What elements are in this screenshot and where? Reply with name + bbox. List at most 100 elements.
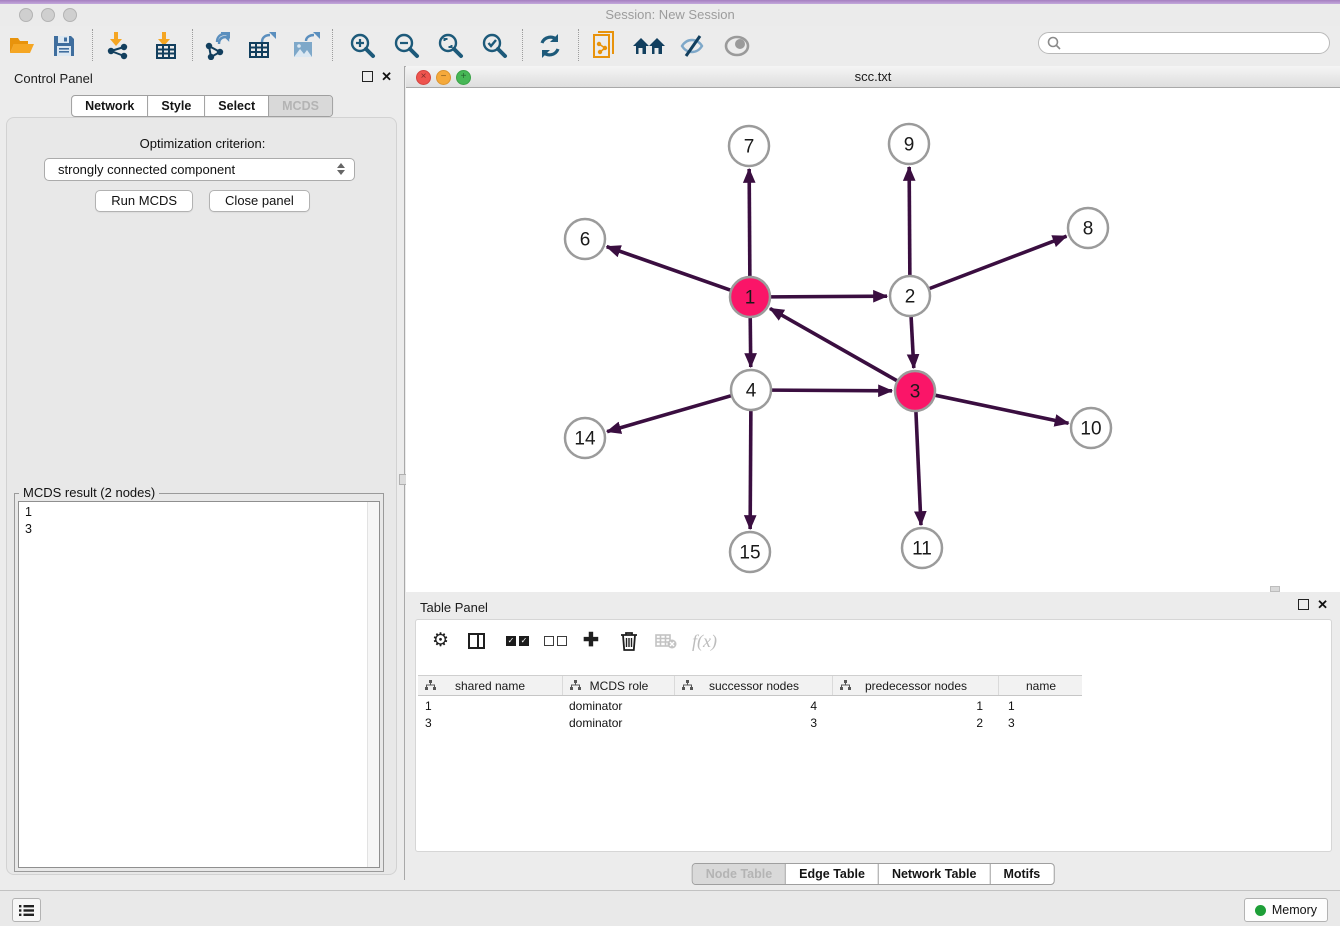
export-image-icon[interactable] bbox=[288, 28, 324, 64]
column-header-predecessor-nodes[interactable]: predecessor nodes bbox=[832, 676, 999, 695]
float-panel-icon[interactable] bbox=[362, 71, 373, 82]
window-zoom-icon[interactable] bbox=[63, 8, 77, 22]
first-neighbors-icon[interactable] bbox=[631, 28, 667, 64]
minimize-icon[interactable]: − bbox=[436, 70, 451, 85]
save-session-icon[interactable] bbox=[46, 28, 82, 64]
result-line: 1 bbox=[25, 504, 379, 521]
status-bar: Memory bbox=[0, 890, 1340, 926]
search-input[interactable] bbox=[1038, 32, 1330, 54]
column-header-name[interactable]: name bbox=[998, 676, 1083, 695]
float-panel-icon[interactable] bbox=[1298, 599, 1309, 610]
toggle-columns-icon[interactable] bbox=[468, 630, 485, 652]
graph-edge-2-9[interactable] bbox=[909, 167, 910, 275]
network-view-window: × − + scc.txt 7968124314101511 bbox=[406, 66, 1340, 592]
show-all-icon[interactable] bbox=[719, 28, 755, 64]
graph-edge-3-10[interactable] bbox=[936, 395, 1069, 423]
result-scrollbar[interactable] bbox=[367, 502, 379, 867]
zoom-selected-icon[interactable] bbox=[476, 28, 512, 64]
maximize-icon[interactable]: + bbox=[456, 70, 471, 85]
mcds-result-title: MCDS result (2 nodes) bbox=[19, 485, 159, 500]
tab-select[interactable]: Select bbox=[204, 96, 268, 116]
graph-edge-1-7[interactable] bbox=[749, 169, 750, 276]
column-header-successor-nodes[interactable]: successor nodes bbox=[674, 676, 833, 695]
cell-successor-nodes[interactable]: 4 bbox=[674, 698, 832, 715]
select-all-rows-icon[interactable]: ✓✓ bbox=[506, 630, 532, 652]
graph-edge-1-2[interactable] bbox=[771, 296, 887, 297]
graph-node-label: 1 bbox=[745, 288, 756, 309]
hide-selection-icon[interactable] bbox=[674, 28, 710, 64]
session-title: Session: New Session bbox=[0, 4, 1340, 26]
memory-label: Memory bbox=[1272, 903, 1317, 917]
graph-edge-1-6[interactable] bbox=[607, 247, 730, 290]
graph-edge-1-4[interactable] bbox=[750, 318, 751, 367]
column-header-mcds-role[interactable]: MCDS role bbox=[562, 676, 675, 695]
tab-edge-table[interactable]: Edge Table bbox=[785, 864, 878, 884]
refresh-layout-icon[interactable] bbox=[532, 28, 568, 64]
main-titlebar: Session: New Session bbox=[0, 4, 1340, 26]
zoom-fit-icon[interactable] bbox=[432, 28, 468, 64]
export-table-icon[interactable] bbox=[244, 28, 280, 64]
tab-motifs[interactable]: Motifs bbox=[989, 864, 1053, 884]
graph-edge-3-11[interactable] bbox=[916, 412, 921, 525]
graph-edge-3-1[interactable] bbox=[770, 308, 897, 380]
cell-name[interactable]: 3 bbox=[998, 715, 1082, 732]
criterion-value: strongly connected component bbox=[58, 162, 235, 177]
table-browser-tabs: Node Table Edge Table Network Table Moti… bbox=[692, 863, 1055, 885]
network-window-titlebar[interactable]: × − + scc.txt bbox=[406, 66, 1340, 88]
zoom-out-icon[interactable] bbox=[388, 28, 424, 64]
cell-predecessor-nodes[interactable]: 1 bbox=[832, 698, 998, 715]
graph-node-label: 10 bbox=[1080, 419, 1101, 440]
network-canvas[interactable]: 7968124314101511 bbox=[406, 88, 1340, 592]
column-header-shared-name[interactable]: shared name bbox=[418, 676, 562, 695]
close-panel-icon[interactable]: ✕ bbox=[381, 71, 392, 82]
search-icon bbox=[1047, 36, 1061, 50]
import-table-icon[interactable] bbox=[148, 28, 184, 64]
graph-node-label: 11 bbox=[912, 539, 932, 560]
graph-node-label: 4 bbox=[746, 381, 757, 402]
tab-node-table[interactable]: Node Table bbox=[693, 864, 785, 884]
memory-button[interactable]: Memory bbox=[1244, 898, 1328, 922]
mcds-result-text[interactable]: 1 3 bbox=[18, 501, 380, 868]
graph-node-label: 8 bbox=[1083, 219, 1094, 240]
cell-name[interactable]: 1 bbox=[998, 698, 1082, 715]
cell-shared-name[interactable]: 1 bbox=[418, 698, 562, 715]
graph-edge-4-3[interactable] bbox=[772, 390, 892, 391]
import-network-icon[interactable] bbox=[100, 28, 136, 64]
graph-node-label: 9 bbox=[904, 135, 915, 156]
deselect-all-rows-icon[interactable] bbox=[544, 630, 570, 652]
sort-icon bbox=[682, 680, 693, 691]
cell-successor-nodes[interactable]: 3 bbox=[674, 715, 832, 732]
table-row[interactable]: 1 dominator 4 1 1 bbox=[418, 698, 1082, 715]
search-text-field[interactable] bbox=[1061, 33, 1329, 53]
run-mcds-button[interactable]: Run MCDS bbox=[95, 190, 193, 212]
toolbar-separator bbox=[578, 29, 579, 61]
new-network-from-selection-icon[interactable] bbox=[587, 28, 623, 64]
criterion-dropdown[interactable]: strongly connected component bbox=[44, 158, 355, 181]
zoom-in-icon[interactable] bbox=[344, 28, 380, 64]
export-network-icon[interactable] bbox=[200, 28, 236, 64]
close-panel-button[interactable]: Close panel bbox=[209, 190, 310, 212]
cell-predecessor-nodes[interactable]: 2 bbox=[832, 715, 998, 732]
graph-edge-4-14[interactable] bbox=[607, 396, 731, 432]
window-minimize-icon[interactable] bbox=[41, 8, 55, 22]
delete-column-trash-icon[interactable] bbox=[620, 630, 638, 652]
cell-mcds-role[interactable]: dominator bbox=[562, 698, 674, 715]
graph-edge-2-8[interactable] bbox=[930, 236, 1067, 288]
add-column-icon[interactable]: ✚ bbox=[583, 630, 599, 652]
tab-mcds[interactable]: MCDS bbox=[268, 96, 332, 116]
close-panel-icon[interactable]: ✕ bbox=[1317, 599, 1328, 610]
table-row[interactable]: 3 dominator 3 2 3 bbox=[418, 715, 1082, 732]
close-icon[interactable]: × bbox=[416, 70, 431, 85]
window-close-icon[interactable] bbox=[19, 8, 33, 22]
tab-network[interactable]: Network bbox=[72, 96, 147, 116]
table-settings-gear-icon[interactable]: ⚙ bbox=[432, 630, 449, 652]
task-history-button[interactable] bbox=[12, 898, 41, 922]
graph-edge-4-15[interactable] bbox=[750, 411, 751, 529]
open-session-icon[interactable] bbox=[4, 28, 40, 64]
cell-mcds-role[interactable]: dominator bbox=[562, 715, 674, 732]
cell-shared-name[interactable]: 3 bbox=[418, 715, 562, 732]
tab-style[interactable]: Style bbox=[147, 96, 204, 116]
tab-network-table[interactable]: Network Table bbox=[878, 864, 990, 884]
graph-edge-2-3[interactable] bbox=[911, 317, 914, 368]
table-header-row: shared name MCDS role successor nodes pr… bbox=[418, 675, 1082, 696]
